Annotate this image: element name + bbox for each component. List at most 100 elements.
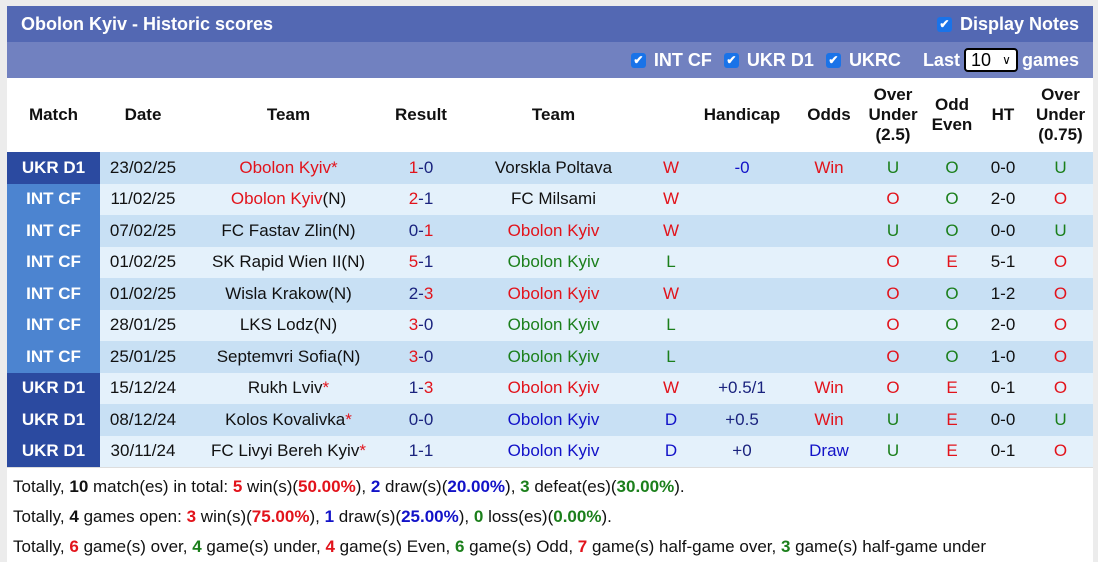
wdl-result: L xyxy=(656,246,686,278)
odd-even: E xyxy=(926,404,978,436)
league-badge[interactable]: UKR D1 xyxy=(7,152,100,184)
match-date: 25/01/25 xyxy=(100,341,186,373)
home-team-name[interactable]: Septemvri Sofia xyxy=(217,347,337,366)
match-result[interactable]: 1-0 xyxy=(391,152,451,184)
score-away: 0 xyxy=(423,409,434,429)
away-team[interactable]: Obolon Kyiv xyxy=(451,309,656,341)
home-team-name[interactable]: FC Fastav Zlin xyxy=(221,221,332,240)
away-team-name[interactable]: Obolon Kyiv xyxy=(508,252,600,271)
home-team-name[interactable]: FC Livyi Bereh Kyiv xyxy=(211,441,359,460)
away-team[interactable]: Obolon Kyiv xyxy=(451,341,656,373)
league-badge[interactable]: INT CF xyxy=(7,278,100,310)
filter-int-cf[interactable]: ✔ INT CF xyxy=(630,50,712,71)
away-team[interactable]: Obolon Kyiv xyxy=(451,372,656,404)
home-team[interactable]: Obolon Kyiv(N) xyxy=(186,183,391,215)
odd-even: O xyxy=(926,215,978,247)
league-badge[interactable]: INT CF xyxy=(7,246,100,278)
match-result[interactable]: 0-1 xyxy=(391,215,451,247)
home-team-suffix: (N) xyxy=(331,220,356,240)
league-badge[interactable]: UKR D1 xyxy=(7,404,100,436)
match-result[interactable]: 2-1 xyxy=(391,183,451,215)
home-team[interactable]: SK Rapid Wien II(N) xyxy=(186,246,391,278)
away-team[interactable]: Obolon Kyiv xyxy=(451,215,656,247)
match-date: 23/02/25 xyxy=(100,152,186,184)
filter-label: UKR D1 xyxy=(746,49,814,70)
checkbox-checked-icon[interactable]: ✔ xyxy=(723,52,739,68)
home-team[interactable]: Septemvri Sofia(N) xyxy=(186,341,391,373)
match-result[interactable]: 5-1 xyxy=(391,246,451,278)
home-team[interactable]: Wisla Krakow(N) xyxy=(186,278,391,310)
away-team-name[interactable]: Obolon Kyiv xyxy=(508,410,600,429)
league-badge[interactable]: UKR D1 xyxy=(7,372,100,404)
league-badge[interactable]: INT CF xyxy=(7,215,100,247)
checkbox-checked-icon[interactable]: ✔ xyxy=(936,16,952,32)
title-bar: Obolon Kyiv - Historic scores ✔ Display … xyxy=(7,6,1093,42)
home-team-name[interactable]: Rukh Lviv xyxy=(248,378,323,397)
home-team[interactable]: LKS Lodz(N) xyxy=(186,309,391,341)
score-away: 0 xyxy=(423,315,434,335)
match-date: 01/02/25 xyxy=(100,278,186,310)
league-badge[interactable]: UKR D1 xyxy=(7,435,100,467)
away-team-name[interactable]: Obolon Kyiv xyxy=(508,221,600,240)
half-time-score: 0-0 xyxy=(978,215,1028,247)
display-notes-toggle[interactable]: ✔ Display Notes xyxy=(936,14,1079,35)
away-team[interactable]: Obolon Kyiv xyxy=(451,278,656,310)
home-team-name[interactable]: Obolon Kyiv xyxy=(239,158,331,177)
league-badge[interactable]: INT CF xyxy=(7,341,100,373)
away-team[interactable]: Obolon Kyiv xyxy=(451,246,656,278)
last-games-select[interactable]: 10 ∨ xyxy=(963,48,1018,72)
home-team-name[interactable]: Obolon Kyiv xyxy=(231,189,323,208)
home-team[interactable]: Kolos Kovalivka* xyxy=(186,404,391,436)
home-team[interactable]: Obolon Kyiv* xyxy=(186,152,391,184)
home-team-name[interactable]: Wisla Krakow xyxy=(225,284,328,303)
away-team[interactable]: FC Milsami xyxy=(451,183,656,215)
away-team-name[interactable]: Obolon Kyiv xyxy=(508,315,600,334)
match-result[interactable]: 3-0 xyxy=(391,341,451,373)
away-team-name[interactable]: Obolon Kyiv xyxy=(508,378,600,397)
over-under-0-75: U xyxy=(1028,215,1093,247)
over-under-2-5: O xyxy=(860,372,926,404)
league-badge[interactable]: INT CF xyxy=(7,309,100,341)
filter-ukr-d1[interactable]: ✔ UKR D1 xyxy=(723,49,814,71)
score-away: 3 xyxy=(423,378,434,398)
home-team[interactable]: FC Fastav Zlin(N) xyxy=(186,215,391,247)
table-row: UKR D1 23/02/25 Obolon Kyiv* 1-0 Vorskla Pol… xyxy=(7,152,1093,184)
home-team-name[interactable]: Kolos Kovalivka xyxy=(225,410,345,429)
away-team-name[interactable]: Obolon Kyiv xyxy=(508,441,600,460)
table-row: INT CF 28/01/25 LKS Lodz(N) 3-0 Obolon Kyiv L… xyxy=(7,309,1093,341)
score-home: 5 xyxy=(408,252,419,272)
away-team[interactable]: Obolon Kyiv xyxy=(451,435,656,467)
away-team-name[interactable]: Obolon Kyiv xyxy=(508,347,600,366)
match-result[interactable]: 0-0 xyxy=(391,404,451,436)
match-date: 15/12/24 xyxy=(100,372,186,404)
away-team-name[interactable]: Obolon Kyiv xyxy=(508,284,600,303)
away-team-name[interactable]: FC Milsami xyxy=(511,189,596,208)
match-result[interactable]: 1-3 xyxy=(391,372,451,404)
home-team-name[interactable]: SK Rapid Wien II xyxy=(212,252,341,271)
checkbox-checked-icon[interactable]: ✔ xyxy=(630,52,646,68)
away-team[interactable]: Obolon Kyiv xyxy=(451,404,656,436)
chevron-down-icon: ∨ xyxy=(1002,53,1011,67)
filter-bar: ✔ INT CF ✔ UKR D1 ✔ UKRC Last 10 ∨ games xyxy=(7,42,1093,78)
filter-ukrc[interactable]: ✔ UKRC xyxy=(825,50,901,71)
home-team[interactable]: FC Livyi Bereh Kyiv* xyxy=(186,435,391,467)
checkbox-checked-icon[interactable]: ✔ xyxy=(825,52,841,68)
match-result[interactable]: 2-3 xyxy=(391,278,451,310)
summary-line-open: Totally, 4 games open: 3 win(s)(75.00%),… xyxy=(13,507,612,526)
home-team-name[interactable]: LKS Lodz xyxy=(240,315,314,334)
score-home: 1 xyxy=(408,157,419,177)
home-team-suffix: (N) xyxy=(336,346,361,366)
score-away: 0 xyxy=(423,346,434,366)
score-home: 0 xyxy=(408,409,419,429)
over-under-2-5: O xyxy=(860,246,926,278)
page-title: Obolon Kyiv - Historic scores xyxy=(21,13,274,34)
away-team-name[interactable]: Vorskla Poltava xyxy=(495,158,612,177)
odd-even: O xyxy=(926,152,978,184)
handicap: -0 xyxy=(686,152,798,184)
home-team[interactable]: Rukh Lviv* xyxy=(186,372,391,404)
match-result[interactable]: 3-0 xyxy=(391,309,451,341)
away-team[interactable]: Vorskla Poltava xyxy=(451,152,656,184)
score-away: 1 xyxy=(423,441,434,461)
league-badge[interactable]: INT CF xyxy=(7,183,100,215)
match-result[interactable]: 1-1 xyxy=(391,435,451,467)
